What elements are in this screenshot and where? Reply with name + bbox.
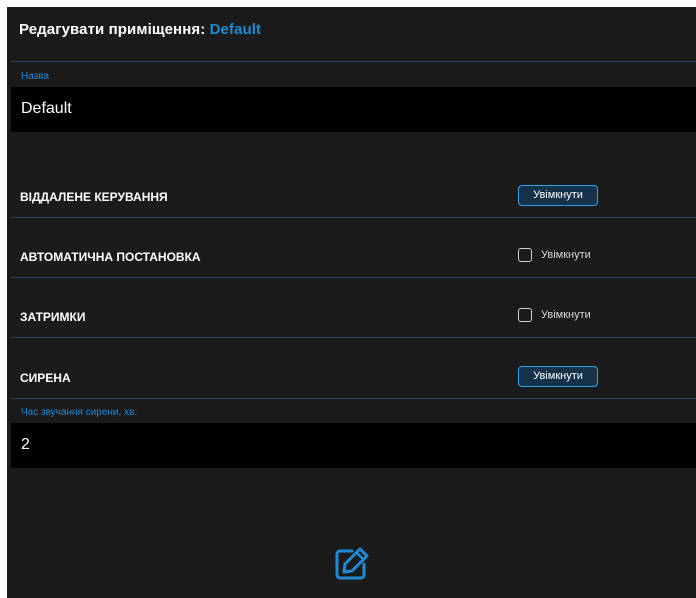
siren-duration-value: 2 <box>21 436 30 453</box>
delays-checkbox-label: Увімкнути <box>541 309 591 321</box>
siren-enable-button[interactable]: Увімкнути <box>518 366 598 387</box>
remote-control-enable-button[interactable]: Увімкнути <box>518 185 598 206</box>
divider <box>11 398 696 399</box>
auto-arming-checkbox-label: Увімкнути <box>541 249 591 261</box>
divider <box>11 217 696 218</box>
auto-arming-toggle[interactable]: Увімкнути <box>518 248 591 262</box>
page-title: Редагувати приміщення: Default <box>19 21 261 38</box>
divider <box>11 277 696 278</box>
room-name-title: Default <box>209 21 262 38</box>
delays-toggle[interactable]: Увімкнути <box>518 308 591 322</box>
siren-duration-field[interactable]: 2 <box>11 423 696 468</box>
divider <box>11 61 696 62</box>
siren-label: СИРЕНА <box>20 371 71 385</box>
auto-arming-checkbox[interactable] <box>518 248 532 262</box>
auto-arming-label: АВТОМАТИЧНА ПОСТАНОВКА <box>20 250 201 264</box>
divider <box>11 337 696 338</box>
delays-checkbox[interactable] <box>518 308 532 322</box>
remote-control-label: ВІДДАЛЕНЕ КЕРУВАННЯ <box>20 190 168 204</box>
name-field-value: Default <box>21 100 72 117</box>
edit-room-panel: Редагувати приміщення: Default Назва Def… <box>7 7 696 598</box>
name-field-label: Назва <box>21 71 50 82</box>
page-title-prefix: Редагувати приміщення: <box>19 21 206 38</box>
delays-label: ЗАТРИМКИ <box>20 310 86 324</box>
siren-duration-label: Час звучання сирени, хв. <box>21 407 138 418</box>
name-field[interactable]: Default <box>11 87 696 132</box>
edit-icon[interactable] <box>332 545 370 583</box>
